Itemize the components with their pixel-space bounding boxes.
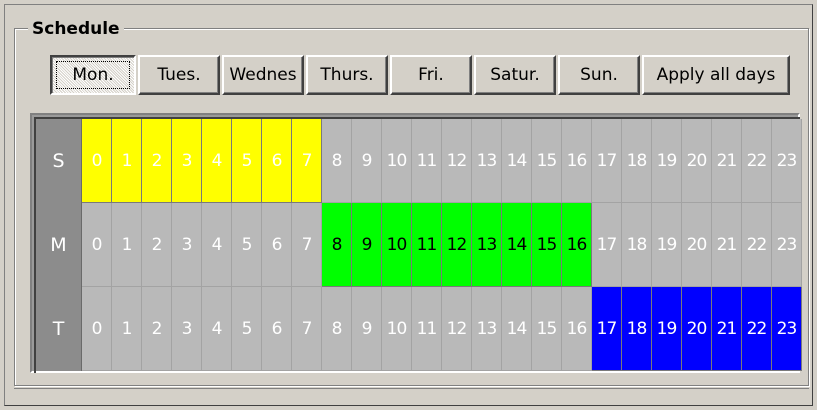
hour-cell[interactable]: 7 (292, 119, 322, 203)
schedule-row-m: M 0 1 2 3 4 5 6 7 8 9 10 11 12 13 14 15 16 17 18 19 20 21 22 23 (36, 203, 802, 287)
hour-cell[interactable]: 15 (532, 203, 562, 287)
hour-cell[interactable]: 2 (142, 287, 172, 371)
day-button-thursday[interactable]: Thurs. (306, 55, 388, 95)
hour-cell[interactable]: 18 (622, 119, 652, 203)
hour-cell[interactable]: 23 (772, 203, 802, 287)
hour-cell[interactable]: 19 (652, 203, 682, 287)
hour-cell[interactable]: 0 (82, 119, 112, 203)
hour-cell[interactable]: 8 (322, 203, 352, 287)
hour-cell[interactable]: 21 (712, 203, 742, 287)
hour-cell[interactable]: 16 (562, 119, 592, 203)
hour-cell[interactable]: 18 (622, 287, 652, 371)
hour-cell[interactable]: 13 (472, 287, 502, 371)
hour-cell[interactable]: 4 (202, 203, 232, 287)
hour-cell[interactable]: 1 (112, 287, 142, 371)
hour-cell[interactable]: 9 (352, 119, 382, 203)
hour-cell[interactable]: 6 (262, 203, 292, 287)
hour-cell[interactable]: 14 (502, 287, 532, 371)
day-button-friday[interactable]: Fri. (390, 55, 472, 95)
hour-cell[interactable]: 4 (202, 119, 232, 203)
day-button-wednesday[interactable]: Wednes (222, 55, 304, 95)
hour-cell[interactable]: 3 (172, 203, 202, 287)
row-label: M (36, 203, 82, 287)
hour-cell[interactable]: 5 (232, 203, 262, 287)
day-button-label: Thurs. (320, 65, 374, 85)
hour-cell[interactable]: 17 (592, 203, 622, 287)
hour-cell[interactable]: 10 (382, 203, 412, 287)
hour-cell[interactable]: 0 (82, 203, 112, 287)
schedule-grid: S 0 1 2 3 4 5 6 7 8 9 10 11 12 13 14 15 16 17 18 19 20 21 22 23 M… (30, 113, 802, 373)
hour-cell[interactable]: 11 (412, 203, 442, 287)
day-button-label: Sun. (580, 65, 618, 85)
hour-cell[interactable]: 16 (562, 287, 592, 371)
hour-cell[interactable]: 5 (232, 287, 262, 371)
schedule-title: Schedule (28, 18, 124, 40)
hour-cell[interactable]: 13 (472, 203, 502, 287)
hour-cell[interactable]: 20 (682, 119, 712, 203)
schedule-row-s: S 0 1 2 3 4 5 6 7 8 9 10 11 12 13 14 15 16 17 18 19 20 21 22 23 (36, 119, 802, 203)
hour-cell[interactable]: 5 (232, 119, 262, 203)
hour-cell[interactable]: 20 (682, 287, 712, 371)
hour-cell[interactable]: 23 (772, 287, 802, 371)
hour-cell[interactable]: 6 (262, 119, 292, 203)
day-button-monday[interactable]: Mon. (50, 55, 136, 95)
hour-cell[interactable]: 9 (352, 287, 382, 371)
hour-cell[interactable]: 13 (472, 119, 502, 203)
hour-cell[interactable]: 15 (532, 119, 562, 203)
hour-cell[interactable]: 14 (502, 203, 532, 287)
day-button-label: Mon. (72, 65, 114, 85)
hour-cell[interactable]: 1 (112, 119, 142, 203)
hour-cell[interactable]: 10 (382, 287, 412, 371)
hour-cell[interactable]: 18 (622, 203, 652, 287)
hour-cell[interactable]: 22 (742, 119, 772, 203)
hour-cell[interactable]: 3 (172, 119, 202, 203)
schedule-grid-inner: S 0 1 2 3 4 5 6 7 8 9 10 11 12 13 14 15 16 17 18 19 20 21 22 23 M… (34, 117, 802, 373)
hour-cell[interactable]: 2 (142, 203, 172, 287)
hour-cell[interactable]: 12 (442, 203, 472, 287)
hour-cell[interactable]: 12 (442, 119, 472, 203)
day-button-sunday[interactable]: Sun. (558, 55, 640, 95)
hour-cell[interactable]: 15 (532, 287, 562, 371)
hour-cell[interactable]: 17 (592, 287, 622, 371)
hour-cell[interactable]: 1 (112, 203, 142, 287)
hour-cell[interactable]: 0 (82, 287, 112, 371)
hour-cell[interactable]: 11 (412, 287, 442, 371)
hour-cell[interactable]: 23 (772, 119, 802, 203)
hour-cell[interactable]: 7 (292, 287, 322, 371)
row-label: T (36, 287, 82, 371)
hour-cell[interactable]: 3 (172, 287, 202, 371)
hour-cell[interactable]: 21 (712, 119, 742, 203)
hour-cell[interactable]: 11 (412, 119, 442, 203)
day-button-label: Satur. (490, 65, 540, 85)
hour-cell[interactable]: 6 (262, 287, 292, 371)
row-label: S (36, 119, 82, 203)
hour-cell[interactable]: 16 (562, 203, 592, 287)
hour-cell[interactable]: 9 (352, 203, 382, 287)
apply-all-days-label: Apply all days (656, 65, 776, 85)
hour-cell[interactable]: 2 (142, 119, 172, 203)
hour-cell[interactable]: 17 (592, 119, 622, 203)
hour-cell[interactable]: 19 (652, 119, 682, 203)
day-button-tuesday[interactable]: Tues. (138, 55, 220, 95)
hour-cell[interactable]: 22 (742, 203, 772, 287)
hour-cell[interactable]: 8 (322, 287, 352, 371)
hour-cell[interactable]: 22 (742, 287, 772, 371)
hour-cell[interactable]: 21 (712, 287, 742, 371)
hour-cell[interactable]: 20 (682, 203, 712, 287)
apply-all-days-button[interactable]: Apply all days (642, 55, 790, 95)
day-button-label: Wednes (229, 65, 297, 85)
hour-cell[interactable]: 10 (382, 119, 412, 203)
hour-cell[interactable]: 14 (502, 119, 532, 203)
day-button-label: Tues. (157, 65, 201, 85)
hour-cell[interactable]: 7 (292, 203, 322, 287)
day-button-label: Fri. (418, 65, 444, 85)
hour-cell[interactable]: 19 (652, 287, 682, 371)
hour-cell[interactable]: 8 (322, 119, 352, 203)
day-button-saturday[interactable]: Satur. (474, 55, 556, 95)
bottom-divider (14, 388, 809, 389)
schedule-row-t: T 0 1 2 3 4 5 6 7 8 9 10 11 12 13 14 15 16 17 18 19 20 21 22 23 (36, 287, 802, 371)
hour-cell[interactable]: 12 (442, 287, 472, 371)
hour-cell[interactable]: 4 (202, 287, 232, 371)
